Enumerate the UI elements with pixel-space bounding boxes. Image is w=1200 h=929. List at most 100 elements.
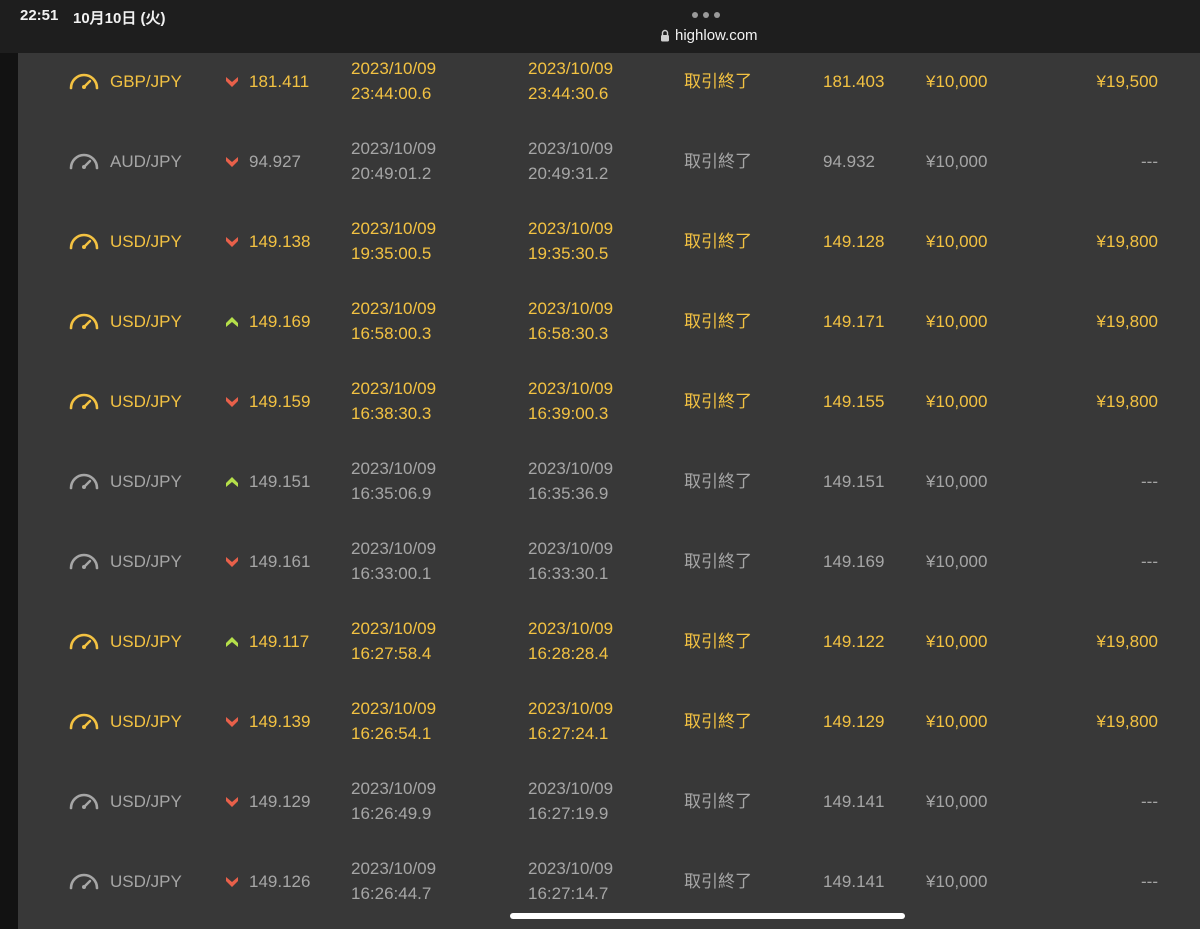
speedometer-icon (69, 233, 99, 250)
payout-amount: --- (1141, 152, 1158, 171)
closing-rate: 181.403 (823, 72, 885, 91)
asset-name: USD/JPY (110, 232, 182, 251)
open-time-line: 23:44:00.6 (351, 84, 432, 103)
trade-row[interactable]: GBP/JPY 181.411 2023/10/09 23:44:00.6 2023/1… (18, 41, 1200, 121)
closing-rate: 149.141 (823, 792, 885, 811)
expiry-time-line: 16:58:30.3 (528, 324, 609, 343)
closing-rate: 149.122 (823, 632, 885, 651)
trade-status: 取引終了 (684, 72, 752, 91)
more-dots-icon[interactable] (692, 12, 720, 18)
purchase-amount: ¥10,000 (926, 152, 988, 171)
asset-name: USD/JPY (110, 632, 182, 651)
open-time: 2023/10/09 23:44:00.6 (351, 56, 436, 106)
expiry-time: 2023/10/09 16:58:30.3 (528, 296, 613, 346)
open-time-line: 16:26:49.9 (351, 804, 432, 823)
arrow-down-icon (226, 717, 238, 727)
strike-rate: 149.126 (249, 872, 311, 891)
strike-rate: 149.139 (249, 712, 311, 731)
trade-status: 取引終了 (684, 632, 752, 651)
expiry-time-line: 16:27:14.7 (528, 884, 609, 903)
closing-rate: 94.932 (823, 152, 875, 171)
home-indicator[interactable] (510, 913, 905, 919)
speedometer-icon (69, 793, 99, 810)
open-time-line: 16:33:00.1 (351, 564, 432, 583)
trade-status: 取引終了 (684, 232, 752, 251)
expiry-time: 2023/10/09 16:27:14.7 (528, 856, 613, 906)
trade-status: 取引終了 (684, 152, 752, 171)
trade-status: 取引終了 (684, 872, 752, 891)
trade-history-list[interactable]: GBP/JPY 181.411 2023/10/09 23:44:00.6 2023/1… (18, 53, 1200, 929)
open-time-line: 2023/10/09 (351, 779, 437, 798)
open-time: 2023/10/09 16:33:00.1 (351, 536, 436, 586)
strike-rate: 149.117 (249, 632, 310, 651)
payout-amount: ¥19,500 (1096, 72, 1158, 91)
payout-amount: ¥19,800 (1096, 712, 1158, 731)
asset-name: USD/JPY (110, 792, 182, 811)
open-time-line: 2023/10/09 (351, 459, 437, 478)
arrow-down-icon (226, 237, 238, 247)
open-time: 2023/10/09 16:26:54.1 (351, 696, 436, 746)
trade-row[interactable]: USD/JPY 149.117 2023/10/09 16:27:58.4 2023/1… (18, 601, 1200, 681)
payout-amount: --- (1141, 472, 1158, 491)
open-time-line: 2023/10/09 (351, 859, 437, 878)
expiry-time: 2023/10/09 16:39:00.3 (528, 376, 613, 426)
speedometer-icon (69, 153, 99, 170)
expiry-time: 2023/10/09 19:35:30.5 (528, 216, 613, 266)
speedometer-icon (69, 633, 99, 650)
trade-row[interactable]: USD/JPY 149.169 2023/10/09 16:58:00.3 2023/1… (18, 281, 1200, 361)
expiry-time: 2023/10/09 16:27:24.1 (528, 696, 613, 746)
trade-row[interactable]: USD/JPY 149.151 2023/10/09 16:35:06.9 2023/1… (18, 441, 1200, 521)
payout-amount: ¥19,800 (1096, 312, 1158, 331)
speedometer-icon (69, 553, 99, 570)
trade-row[interactable]: USD/JPY 149.126 2023/10/09 16:26:44.7 2023/1… (18, 841, 1200, 921)
open-time: 2023/10/09 16:58:00.3 (351, 296, 436, 346)
strike-rate: 181.411 (249, 72, 310, 91)
asset-name: USD/JPY (110, 712, 182, 731)
expiry-time-line: 2023/10/09 (528, 219, 614, 238)
open-time-line: 2023/10/09 (351, 379, 437, 398)
open-time: 2023/10/09 20:49:01.2 (351, 136, 436, 186)
open-time-line: 2023/10/09 (351, 299, 437, 318)
open-time: 2023/10/09 16:26:44.7 (351, 856, 436, 906)
expiry-time: 2023/10/09 16:33:30.1 (528, 536, 613, 586)
closing-rate: 149.129 (823, 712, 885, 731)
arrow-up-icon (226, 317, 238, 327)
expiry-time-line: 16:28:28.4 (528, 644, 609, 663)
trade-row[interactable]: AUD/JPY 94.927 2023/10/09 20:49:01.2 2023/10… (18, 121, 1200, 201)
open-time-line: 16:35:06.9 (351, 484, 432, 503)
expiry-time-line: 16:27:24.1 (528, 724, 609, 743)
payout-amount: --- (1141, 792, 1158, 811)
closing-rate: 149.171 (823, 312, 885, 331)
expiry-time-line: 2023/10/09 (528, 699, 614, 718)
open-time: 2023/10/09 16:35:06.9 (351, 456, 436, 506)
expiry-time-line: 2023/10/09 (528, 59, 614, 78)
trade-row[interactable]: USD/JPY 149.139 2023/10/09 16:26:54.1 2023/1… (18, 681, 1200, 761)
expiry-time-line: 20:49:31.2 (528, 164, 609, 183)
trade-row[interactable]: USD/JPY 149.161 2023/10/09 16:33:00.1 2023/1… (18, 521, 1200, 601)
expiry-time-line: 2023/10/09 (528, 299, 614, 318)
expiry-time-line: 2023/10/09 (528, 379, 614, 398)
strike-rate: 94.927 (249, 152, 301, 171)
left-gutter (0, 53, 18, 929)
open-time: 2023/10/09 16:38:30.3 (351, 376, 436, 426)
open-time-line: 2023/10/09 (351, 59, 437, 78)
trade-row[interactable]: USD/JPY 149.138 2023/10/09 19:35:00.5 2023/1… (18, 201, 1200, 281)
trade-row[interactable]: USD/JPY 149.159 2023/10/09 16:38:30.3 2023/1… (18, 361, 1200, 441)
expiry-time-line: 16:35:36.9 (528, 484, 609, 503)
open-time-line: 19:35:00.5 (351, 244, 432, 263)
strike-rate: 149.169 (249, 312, 311, 331)
purchase-amount: ¥10,000 (926, 712, 988, 731)
purchase-amount: ¥10,000 (926, 872, 988, 891)
expiry-time: 2023/10/09 16:27:19.9 (528, 776, 613, 826)
purchase-amount: ¥10,000 (926, 552, 988, 571)
open-time: 2023/10/09 19:35:00.5 (351, 216, 436, 266)
strike-rate: 149.151 (249, 472, 311, 491)
purchase-amount: ¥10,000 (926, 312, 988, 331)
arrow-down-icon (226, 877, 238, 887)
closing-rate: 149.151 (823, 472, 885, 491)
trade-row[interactable]: USD/JPY 149.129 2023/10/09 16:26:49.9 2023/1… (18, 761, 1200, 841)
expiry-time-line: 16:33:30.1 (528, 564, 609, 583)
payout-amount: ¥19,800 (1096, 232, 1158, 251)
arrow-up-icon (226, 637, 238, 647)
open-time-line: 2023/10/09 (351, 699, 437, 718)
